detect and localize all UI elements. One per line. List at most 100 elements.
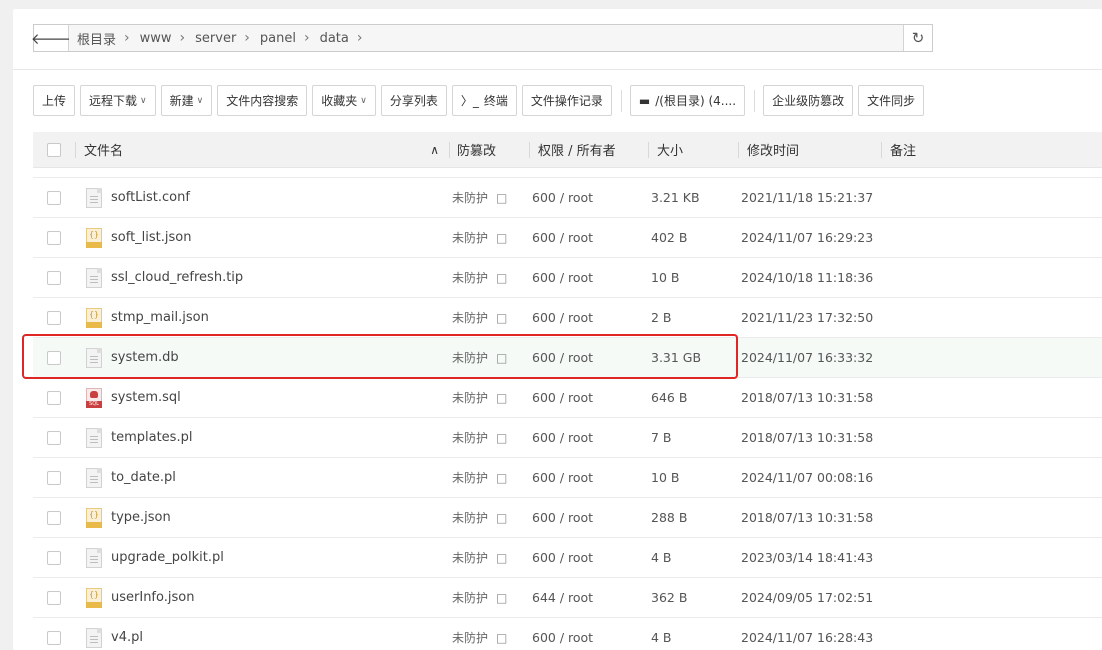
file-name[interactable]: upgrade_polkit.pl: [111, 550, 224, 565]
content-search-button[interactable]: 文件内容搜索: [217, 85, 308, 116]
table-row[interactable]: v4.pl 未防护 □ 600 / root 4 B 2024/11/07 16:28:4…: [33, 617, 1102, 650]
tamper-cell[interactable]: 未防护 □: [449, 378, 529, 417]
tamper-cell[interactable]: 未防护 □: [449, 418, 529, 457]
terminal-button[interactable]: 〉_ 终端: [451, 85, 517, 116]
chevron-up-icon[interactable]: ∧: [430, 143, 439, 157]
breadcrumb-item-www[interactable]: www: [140, 31, 172, 46]
select-all-checkbox[interactable]: [47, 142, 61, 157]
permission-value[interactable]: 600 / root: [532, 510, 593, 525]
row-select[interactable]: [33, 498, 75, 537]
file-name-cell[interactable]: upgrade_polkit.pl: [75, 538, 449, 577]
table-row[interactable]: to_date.pl 未防护 □ 600 / root 10 B 2024/11/07 0…: [33, 457, 1102, 497]
row-checkbox[interactable]: [47, 590, 61, 605]
file-name-cell[interactable]: SQL system.sql: [75, 378, 449, 417]
row-checkbox[interactable]: [47, 510, 61, 525]
file-name-cell[interactable]: softList.conf: [75, 178, 449, 217]
row-select[interactable]: [33, 218, 75, 257]
share-list-button[interactable]: 分享列表: [380, 85, 447, 116]
file-name[interactable]: ssl_cloud_refresh.tip: [111, 270, 243, 285]
file-name[interactable]: system.sql: [111, 390, 181, 405]
row-checkbox[interactable]: [47, 430, 61, 445]
row-checkbox[interactable]: [47, 310, 61, 325]
unlock-icon[interactable]: □: [496, 431, 507, 445]
tamper-cell[interactable]: 未防护 □: [449, 578, 529, 617]
file-name[interactable]: soft_list.json: [111, 230, 191, 245]
row-select[interactable]: [33, 338, 75, 377]
unlock-icon[interactable]: □: [496, 351, 507, 365]
row-select[interactable]: [33, 538, 75, 577]
permission-value[interactable]: 600 / root: [532, 310, 593, 325]
file-name-cell[interactable]: ssl_cloud_refresh.tip: [75, 258, 449, 297]
new-button[interactable]: 新建 ∨: [160, 85, 213, 116]
table-row[interactable]: upgrade_polkit.pl 未防护 □ 600 / root 4 B 2023/0…: [33, 537, 1102, 577]
file-name[interactable]: v4.pl: [111, 630, 143, 645]
permission-cell[interactable]: 600 / root: [529, 338, 648, 377]
row-checkbox[interactable]: [47, 190, 61, 205]
tamper-cell[interactable]: 未防护 □: [449, 458, 529, 497]
file-name[interactable]: to_date.pl: [111, 470, 176, 485]
disk-button[interactable]: ▬/(根目录) (4....: [629, 85, 746, 116]
file-name-cell[interactable]: {} stmp_mail.json: [75, 298, 449, 337]
table-row[interactable]: templates.pl 未防护 □ 600 / root 7 B 2018/07/13 …: [33, 417, 1102, 457]
table-row[interactable]: {} soft_list.json 未防护 □ 600 / root 402 B 2024/…: [33, 217, 1102, 257]
table-row[interactable]: ssl_cloud_refresh.tip 未防护 □ 600 / root 10 B 2…: [33, 257, 1102, 297]
tamper-cell[interactable]: 未防护 □: [449, 538, 529, 577]
permission-cell[interactable]: 600 / root: [529, 458, 648, 497]
permission-cell[interactable]: 600 / root: [529, 538, 648, 577]
file-sync-button[interactable]: 文件同步: [858, 85, 925, 116]
operation-log-button[interactable]: 文件操作记录: [521, 85, 612, 116]
row-select[interactable]: [33, 458, 75, 497]
row-select[interactable]: [33, 578, 75, 617]
tamper-cell[interactable]: 未防护 □: [449, 618, 529, 650]
permission-value[interactable]: 600 / root: [532, 390, 593, 405]
remote-download-button[interactable]: 远程下载 ∨: [80, 85, 156, 116]
unlock-icon[interactable]: □: [496, 391, 507, 405]
row-select[interactable]: [33, 298, 75, 337]
table-row[interactable]: {} type.json 未防护 □ 600 / root 288 B 2018/07/13…: [33, 497, 1102, 537]
upload-button[interactable]: 上传: [33, 85, 76, 116]
permission-cell[interactable]: 600 / root: [529, 258, 648, 297]
file-name[interactable]: templates.pl: [111, 430, 192, 445]
tamper-cell[interactable]: 未防护 □: [449, 258, 529, 297]
tamper-cell[interactable]: 未防护 □: [449, 498, 529, 537]
row-checkbox[interactable]: [47, 230, 61, 245]
header-filename[interactable]: 文件名 ∧: [75, 132, 449, 168]
permission-value[interactable]: 600 / root: [532, 550, 593, 565]
header-mtime[interactable]: 修改时间: [738, 132, 881, 168]
file-name-cell[interactable]: system.db: [75, 338, 449, 377]
header-size[interactable]: 大小: [648, 132, 738, 168]
unlock-icon[interactable]: □: [496, 191, 507, 205]
unlock-icon[interactable]: □: [496, 631, 507, 645]
row-checkbox[interactable]: [47, 550, 61, 565]
permission-value[interactable]: 600 / root: [532, 350, 593, 365]
row-select[interactable]: [33, 378, 75, 417]
file-name[interactable]: type.json: [111, 510, 171, 525]
header-select-all[interactable]: [33, 132, 75, 168]
tamper-cell[interactable]: 未防护 □: [449, 218, 529, 257]
table-row[interactable]: SQL system.sql 未防护 □ 600 / root 646 B 2018/07/…: [33, 377, 1102, 417]
permission-cell[interactable]: 600 / root: [529, 178, 648, 217]
permission-cell[interactable]: 600 / root: [529, 418, 648, 457]
permission-value[interactable]: 600 / root: [532, 230, 593, 245]
header-permission[interactable]: 权限 / 所有者: [529, 132, 648, 168]
row-select[interactable]: [33, 258, 75, 297]
permission-value[interactable]: 600 / root: [532, 430, 593, 445]
permission-value[interactable]: 600 / root: [532, 630, 593, 645]
unlock-icon[interactable]: □: [496, 511, 507, 525]
permission-cell[interactable]: 600 / root: [529, 618, 648, 650]
permission-value[interactable]: 600 / root: [532, 470, 593, 485]
permission-value[interactable]: 600 / root: [532, 270, 593, 285]
file-name-cell[interactable]: {} type.json: [75, 498, 449, 537]
breadcrumb-item-root[interactable]: 根目录: [77, 29, 116, 48]
permission-cell[interactable]: 600 / root: [529, 378, 648, 417]
unlock-icon[interactable]: □: [496, 231, 507, 245]
table-row[interactable]: {} userInfo.json 未防护 □ 644 / root 362 B 2024/0…: [33, 577, 1102, 617]
permission-cell[interactable]: 600 / root: [529, 298, 648, 337]
permission-cell[interactable]: 644 / root: [529, 578, 648, 617]
row-checkbox[interactable]: [47, 390, 61, 405]
row-checkbox[interactable]: [47, 350, 61, 365]
tamper-cell[interactable]: 未防护 □: [449, 298, 529, 337]
file-name[interactable]: userInfo.json: [111, 590, 194, 605]
permission-cell[interactable]: 600 / root: [529, 218, 648, 257]
file-name-cell[interactable]: to_date.pl: [75, 458, 449, 497]
